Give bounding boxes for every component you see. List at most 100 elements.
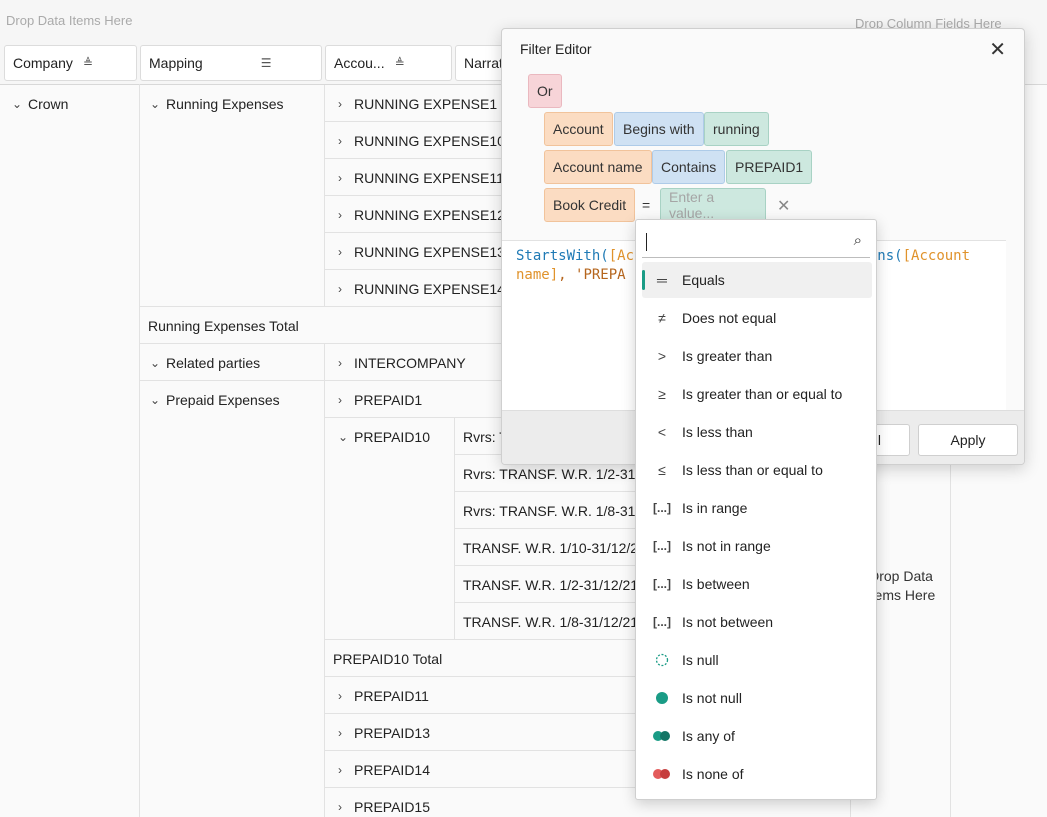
drop-data-items-zone[interactable]: Drop Data Items Here [6,13,132,28]
condition-value[interactable]: running [704,112,769,146]
chevron-right-icon[interactable]: › [338,800,354,814]
null-icon [642,653,682,667]
row-account[interactable]: ⌄ PREPAID10 [338,418,430,455]
chevron-down-icon[interactable]: ⌄ [150,393,166,407]
condition-operator[interactable]: Begins with [614,112,704,146]
row-account[interactable]: › INTERCOMPANY [338,344,466,381]
narration-label: TRANSF. W.R. 1/10-31/12/2 [463,539,635,556]
chevron-down-icon[interactable]: ⌄ [150,356,166,370]
chevron-down-icon[interactable]: ⌄ [12,97,28,111]
row-account[interactable]: › RUNNING EXPENSE12 [338,196,505,233]
chevron-down-icon[interactable]: ⌄ [150,97,166,111]
apply-label: Apply [950,432,986,448]
condition-value-input[interactable]: Enter a value... [660,188,766,222]
condition-operator[interactable]: Contains [652,150,726,184]
expr-field: name] [516,267,559,283]
condition-field[interactable]: Book Credit [544,188,636,222]
expr-function: StartsWith( [516,248,609,264]
selection-indicator [642,270,645,290]
row-account[interactable]: › PREPAID11 [338,677,429,714]
option-label: Is not null [682,690,742,706]
option-label: Equals [682,272,725,288]
chevron-right-icon[interactable]: › [338,356,354,370]
greater-equal-icon: ≥ [658,386,666,402]
condition-operator[interactable]: = [634,188,658,222]
chevron-right-icon[interactable]: › [338,282,354,296]
row-account[interactable]: › RUNNING EXPENSE10 [338,122,505,159]
narration-cell[interactable]: TRANSF. W.R. 1/8-31/12/21 [463,603,635,640]
operator-option-not-in-range[interactable]: [...] Is not in range [642,528,872,564]
in-range-icon: [...] [653,501,671,515]
operator-option-does-not-equal[interactable]: ≠ Does not equal [642,300,872,336]
operator-option-null[interactable]: Is null [642,642,872,678]
account-label: PREPAID15 [354,798,430,815]
narration-cell[interactable]: Rvrs: TRANSF. W.R. 1/8-31/1 [463,492,635,529]
not-equal-icon: ≠ [658,310,666,326]
operator-option-none-of[interactable]: Is none of [642,756,872,792]
row-account[interactable]: › RUNNING EXPENSE1 [338,85,497,122]
chevron-right-icon[interactable]: › [338,171,354,185]
apply-button[interactable]: Apply [918,424,1018,456]
row-account[interactable]: › PREPAID1 [338,381,422,418]
operator-search-input[interactable]: ⌕ [642,224,870,258]
chevron-right-icon[interactable]: › [338,393,354,407]
chevron-right-icon[interactable]: › [338,134,354,148]
group-operator-label: Or [537,83,553,99]
row-account[interactable]: › RUNNING EXPENSE14 [338,270,505,307]
operator-option-any-of[interactable]: Is any of [642,718,872,754]
operator-option-equals[interactable]: ═ Equals [642,262,872,298]
row-account[interactable]: › PREPAID13 [338,714,430,751]
condition-field[interactable]: Account [544,112,613,146]
chevron-right-icon[interactable]: › [338,726,354,740]
operator-option-greater-than[interactable]: > Is greater than [642,338,872,374]
divider [324,85,325,307]
operator-option-less-or-equal[interactable]: ≤ Is less than or equal to [642,452,872,488]
row-header-running-expenses[interactable]: ⌄ Running Expenses [150,85,284,122]
operator-option-between[interactable]: [...] Is between [642,566,872,602]
condition-value[interactable]: PREPAID1 [726,150,813,184]
filter-icon[interactable]: ☰ [261,56,272,70]
row-account[interactable]: › PREPAID14 [338,751,430,788]
sort-ascending-icon[interactable]: ≜ [395,56,405,70]
narration-cell[interactable]: TRANSF. W.R. 1/2-31/12/21 [463,566,635,603]
operator-option-greater-or-equal[interactable]: ≥ Is greater than or equal to [642,376,872,412]
operator-option-less-than[interactable]: < Is less than [642,414,872,450]
value-placeholder: Enter a value... [669,189,715,221]
operator-option-in-range[interactable]: [...] Is in range [642,490,872,526]
total-label: Running Expenses Total [148,317,299,334]
option-label: Is not in range [682,538,771,554]
row-header-prepaid-expenses[interactable]: ⌄ Prepaid Expenses [150,381,280,418]
divider [454,418,455,640]
account-label: PREPAID14 [354,761,430,778]
sort-ascending-icon[interactable]: ≜ [83,56,93,70]
header-account[interactable]: Accou... ≜ [325,45,452,81]
account-label: RUNNING EXPENSE12 [354,206,505,223]
row-header-related-parties[interactable]: ⌄ Related parties [150,344,260,381]
operator-label: = [642,197,651,213]
chevron-right-icon[interactable]: › [338,208,354,222]
row-account[interactable]: › RUNNING EXPENSE11 [338,159,504,196]
account-label: PREPAID13 [354,724,430,741]
chevron-right-icon[interactable]: › [338,763,354,777]
row-account[interactable]: › RUNNING EXPENSE13 [338,233,505,270]
narration-label: TRANSF. W.R. 1/8-31/12/21 [463,613,635,630]
header-mapping[interactable]: Mapping ☰ [140,45,322,81]
remove-condition-icon[interactable]: ✕ [777,196,790,216]
search-icon: ⌕ [853,232,862,249]
chevron-right-icon[interactable]: › [338,245,354,259]
chevron-right-icon[interactable]: › [338,97,354,111]
operator-option-not-between[interactable]: [...] Is not between [642,604,872,640]
chevron-down-icon[interactable]: ⌄ [338,430,354,444]
mapping-label: Related parties [166,354,261,371]
row-account[interactable]: › PREPAID15 [338,788,430,817]
mapping-label: Running Expenses [166,95,284,112]
group-operator-or[interactable]: Or [528,74,562,108]
close-icon[interactable]: ✕ [989,37,1006,62]
condition-field[interactable]: Account name [544,150,652,184]
not-in-range-icon: [...] [653,539,671,553]
chevron-right-icon[interactable]: › [338,689,354,703]
header-company[interactable]: Company ≜ [4,45,137,81]
narration-cell[interactable]: TRANSF. W.R. 1/10-31/12/2 [463,529,635,566]
row-header-company[interactable]: ⌄ Crown [12,85,68,122]
operator-option-not-null[interactable]: Is not null [642,680,872,716]
